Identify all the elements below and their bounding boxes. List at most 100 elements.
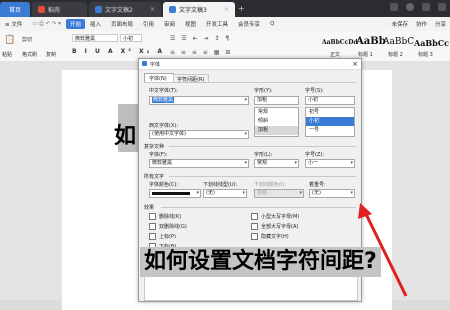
font-size-select[interactable]: 小初 xyxy=(120,34,142,42)
menu-review[interactable]: 审阅 xyxy=(159,20,180,28)
cx-style-select[interactable]: 常规 ▾ xyxy=(254,159,299,168)
section-divider xyxy=(169,146,356,147)
style-normal[interactable]: AaBbCcDd xyxy=(322,39,358,46)
effects-section-title: 效果 xyxy=(144,205,155,211)
cx-style-label: 字形(L): xyxy=(254,152,273,158)
close-icon[interactable]: × xyxy=(224,6,229,13)
tab-home[interactable]: 首页 xyxy=(0,2,30,17)
menu-insert[interactable]: 插入 xyxy=(85,20,106,28)
font-family-select[interactable]: 微软雅黑 xyxy=(72,34,118,42)
checkbox-label: 小型大写字母(M) xyxy=(261,214,300,220)
close-icon[interactable]: × xyxy=(150,6,155,13)
style-input[interactable]: 加粗 xyxy=(254,96,299,105)
section-divider xyxy=(161,207,356,208)
paste-button[interactable]: 粘贴 xyxy=(2,51,12,58)
west-font-select[interactable]: (使用中文字体) ▾ xyxy=(149,130,249,139)
paste-icon[interactable]: 📋 xyxy=(4,35,15,45)
superscript-checkbox[interactable]: 上标(P) xyxy=(149,233,176,240)
checkbox-box xyxy=(149,233,156,240)
dialog-titlebar[interactable]: 字体 × xyxy=(139,59,361,70)
hidden-text-checkbox[interactable]: 隐藏文字(H) xyxy=(251,233,289,240)
maximize-icon[interactable] xyxy=(438,3,446,11)
tab-bar: 首页 稻壳 文字文稿2 × 文字文稿3 × + xyxy=(0,0,450,17)
document-char[interactable]: 如 xyxy=(114,118,136,150)
emphasis-select[interactable]: (无) ▾ xyxy=(309,189,355,198)
cx-size-select[interactable]: 小一 ▾ xyxy=(305,159,355,168)
list-item[interactable]: 倾斜 xyxy=(255,117,298,126)
style-heading1-label: 标题 1 xyxy=(358,52,373,58)
style-heading2[interactable]: AaBbC xyxy=(383,37,414,47)
unsaved-status[interactable]: 未保存 xyxy=(391,20,408,28)
checkbox-label: 删除线(K) xyxy=(159,214,182,220)
layout-icon[interactable] xyxy=(390,3,398,11)
menu-member[interactable]: 会员专享 xyxy=(233,20,265,28)
tab-divider xyxy=(144,82,356,83)
checkbox-box xyxy=(149,213,156,220)
checkbox-label: 双删除线(G) xyxy=(159,224,187,230)
avatar[interactable] xyxy=(406,3,414,11)
paragraph-buttons[interactable]: ☰ ☰ ⇤ ⇥ ↕ ¶ xyxy=(170,35,231,42)
cx-font-label: 字体(F): xyxy=(149,152,168,158)
tab-doc2-label: 文字文稿2 xyxy=(105,7,133,14)
minimize-icon[interactable] xyxy=(422,3,430,11)
menu-view[interactable]: 视图 xyxy=(180,20,201,28)
double-strike-checkbox[interactable]: 双删除线(G) xyxy=(149,223,187,230)
style-heading2-label: 标题 2 xyxy=(388,52,403,58)
align-buttons[interactable]: ≡ ≡ ≡ ≡ ▦ ⊞ xyxy=(170,49,232,56)
cx-font-select[interactable]: 微软雅黑 ▾ xyxy=(149,159,249,168)
menu-layout[interactable]: 页面布局 xyxy=(106,20,138,28)
share-button[interactable]: 分享 xyxy=(435,20,446,28)
close-icon[interactable]: × xyxy=(352,60,358,68)
tab-daoke[interactable]: 稻壳 xyxy=(32,2,87,17)
format-buttons[interactable]: B I U A X² X₂ A xyxy=(72,48,165,55)
size-input[interactable]: 小初 xyxy=(305,96,355,105)
checkbox-label: 全部大写字母(A) xyxy=(261,224,299,230)
style-label: 字形(Y): xyxy=(254,88,273,94)
style-list: 常规 倾斜 加粗 xyxy=(254,107,299,137)
copy-button[interactable]: 复制 xyxy=(46,51,56,58)
chevron-down-icon: ▾ xyxy=(350,190,353,196)
tab-doc2[interactable]: 文字文稿2 × xyxy=(89,2,161,17)
strikethrough-checkbox[interactable]: 删除线(K) xyxy=(149,213,181,220)
tab-home-label: 首页 xyxy=(8,7,21,14)
cx-size-label: 字号(Z): xyxy=(305,152,325,158)
preview-text: 如何设置文档字符间距? xyxy=(140,247,381,277)
style-heading3[interactable]: AaBbCc xyxy=(414,38,449,48)
dialog-app-icon xyxy=(142,61,147,66)
quick-access-icons[interactable]: ▭ ⎙ ↶ ↷ ▾ xyxy=(27,21,66,28)
ucolor-value: 自动 xyxy=(257,190,268,196)
collab-button[interactable]: 协作 xyxy=(416,20,427,28)
menu-home[interactable]: 开始 xyxy=(65,19,85,29)
cn-font-select[interactable]: 微软雅黑 ▾ xyxy=(149,96,249,105)
cut-button[interactable]: 剪切 xyxy=(22,36,32,43)
list-item[interactable]: 一号 xyxy=(306,126,354,135)
all-caps-checkbox[interactable]: 全部大写字母(A) xyxy=(251,223,298,230)
menu-references[interactable]: 引用 xyxy=(138,20,159,28)
list-item[interactable]: 初号 xyxy=(306,108,354,117)
menu-dev-tools[interactable]: 开发工具 xyxy=(201,20,233,28)
tab-doc3[interactable]: 文字文稿3 × xyxy=(163,2,235,17)
checkbox-label: 上标(P) xyxy=(159,234,176,240)
chevron-down-icon: ▾ xyxy=(244,131,247,137)
format-painter-button[interactable]: 格式刷 xyxy=(22,51,37,58)
font-color-select[interactable]: ▾ xyxy=(149,189,201,198)
chevron-down-icon: ▾ xyxy=(244,97,247,103)
list-item[interactable]: 小初 xyxy=(306,117,354,126)
color-swatch xyxy=(152,192,190,195)
checkbox-box xyxy=(251,223,258,230)
list-item[interactable]: 加粗 xyxy=(255,126,298,135)
list-item[interactable]: 常规 xyxy=(255,108,298,117)
checkbox-box xyxy=(149,223,156,230)
cn-font-label: 中文字体(T): xyxy=(149,88,178,94)
complex-section-title: 复杂文种 xyxy=(144,144,165,150)
size-label: 字号(S): xyxy=(305,88,324,94)
daoke-icon xyxy=(38,6,45,13)
underline-select[interactable]: (无) ▾ xyxy=(203,189,247,198)
search-icon[interactable]: Q xyxy=(265,21,279,27)
menu-file[interactable]: ≡ 文件 xyxy=(0,20,27,28)
new-tab-button[interactable]: + xyxy=(238,4,245,13)
emphasis-value: (无) xyxy=(312,190,321,196)
small-caps-checkbox[interactable]: 小型大写字母(M) xyxy=(251,213,299,220)
all-text-section-title: 所有文字 xyxy=(144,174,165,180)
style-heading1[interactable]: AaBb xyxy=(356,36,386,47)
